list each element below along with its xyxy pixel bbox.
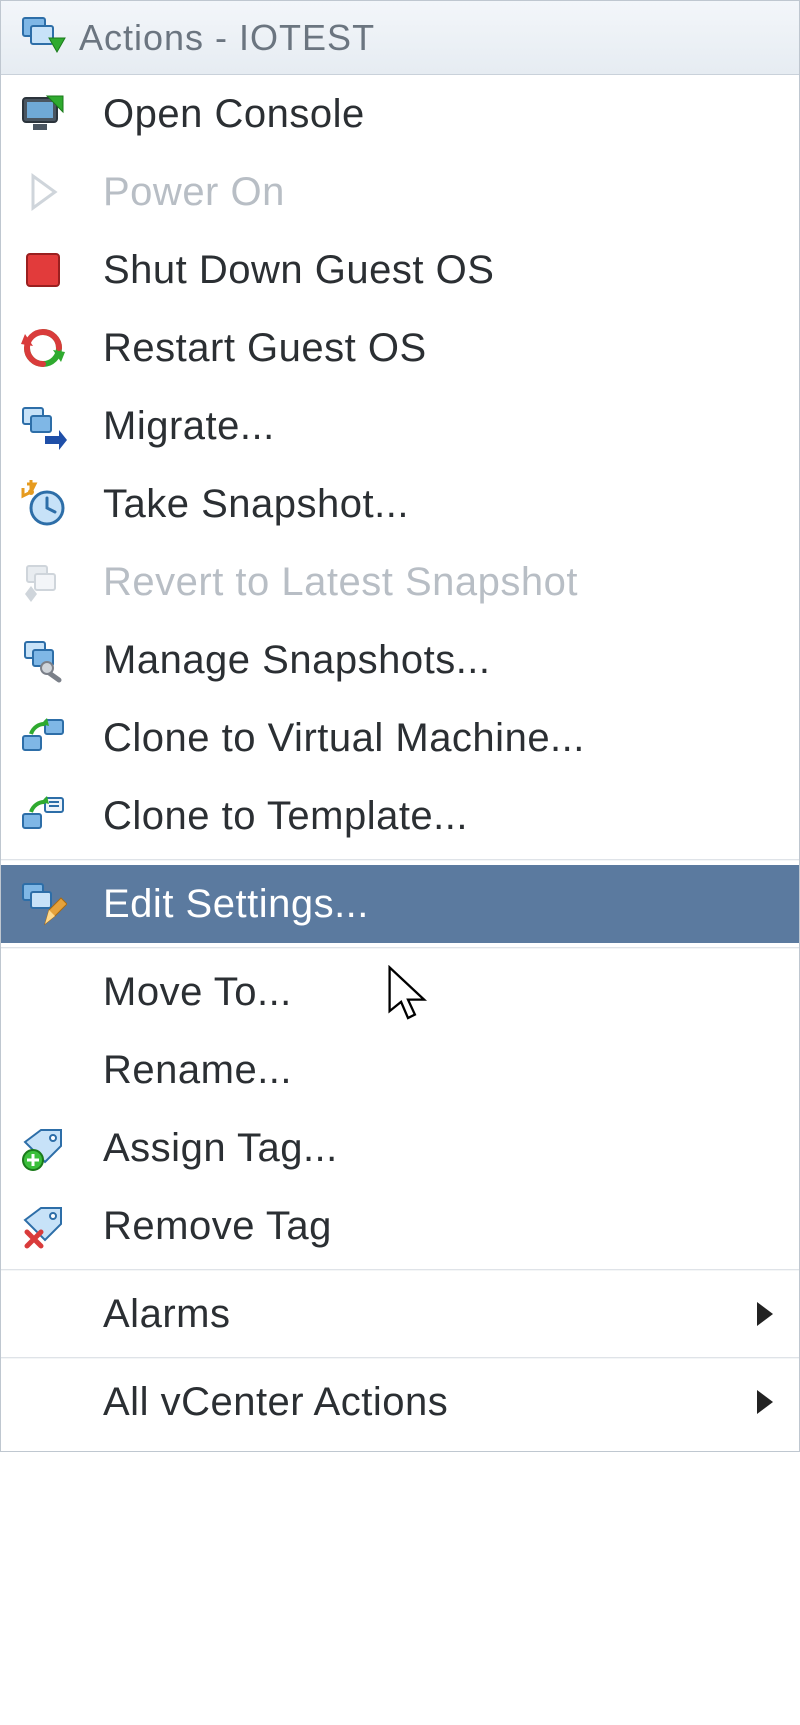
menu-item-label: Rename... [103,1048,292,1093]
power-on-icon [19,168,103,216]
menu-item-label: Manage Snapshots... [103,638,491,683]
menu-item-edit-settings[interactable]: Edit Settings... [1,865,799,943]
menu-item-label: All vCenter Actions [103,1380,448,1425]
shutdown-icon [19,246,103,294]
menu-item-assign-tag[interactable]: Assign Tag... [1,1109,799,1187]
menu-item-take-snapshot[interactable]: Take Snapshot... [1,465,799,543]
menu-item-shutdown-guest[interactable]: Shut Down Guest OS [1,231,799,309]
menu-item-label: Take Snapshot... [103,482,409,527]
assign-tag-icon [19,1124,103,1172]
menu-header: Actions - IOTEST [1,1,799,75]
menu-title: Actions - IOTEST [79,17,375,59]
menu-item-clone-vm[interactable]: Clone to Virtual Machine... [1,699,799,777]
menu-item-label: Power On [103,170,285,215]
menu-item-migrate[interactable]: Migrate... [1,387,799,465]
edit-settings-icon [19,880,103,928]
vm-actions-icon [19,14,79,62]
menu-item-label: Open Console [103,92,365,137]
snapshot-manage-icon [19,636,103,684]
menu-item-label: Move To... [103,970,292,1015]
clone-vm-icon [19,714,103,762]
menu-item-all-vcenter-actions[interactable]: All vCenter Actions [1,1363,799,1441]
migrate-icon [19,402,103,450]
submenu-arrow-icon [757,1390,773,1414]
menu-item-label: Restart Guest OS [103,326,427,371]
menu-item-clone-template[interactable]: Clone to Template... [1,777,799,855]
snapshot-take-icon [19,480,103,528]
menu-item-label: Edit Settings... [103,882,369,927]
menu-item-label: Assign Tag... [103,1126,338,1171]
menu-separator [1,859,799,861]
menu-item-remove-tag[interactable]: Remove Tag [1,1187,799,1265]
menu-item-label: Clone to Template... [103,794,468,839]
console-icon [19,90,103,138]
snapshot-revert-icon [19,558,103,606]
menu-item-label: Remove Tag [103,1204,332,1249]
menu-item-power-on: Power On [1,153,799,231]
menu-item-label: Alarms [103,1292,230,1337]
menu-separator [1,947,799,949]
actions-context-menu: Actions - IOTEST Open Console Power On [0,0,800,1452]
menu-item-open-console[interactable]: Open Console [1,75,799,153]
menu-item-move-to[interactable]: Move To... [1,953,799,1031]
restart-icon [19,324,103,372]
menu-separator [1,1357,799,1359]
menu-item-label: Shut Down Guest OS [103,248,494,293]
menu-item-restart-guest[interactable]: Restart Guest OS [1,309,799,387]
clone-template-icon [19,792,103,840]
menu-item-label: Migrate... [103,404,275,449]
remove-tag-icon [19,1202,103,1250]
menu-separator [1,1269,799,1271]
menu-item-label: Revert to Latest Snapshot [103,560,578,605]
submenu-arrow-icon [757,1302,773,1326]
menu-item-alarms[interactable]: Alarms [1,1275,799,1353]
menu-item-label: Clone to Virtual Machine... [103,716,585,761]
menu-item-manage-snapshots[interactable]: Manage Snapshots... [1,621,799,699]
menu-item-rename[interactable]: Rename... [1,1031,799,1109]
menu-item-revert-snapshot: Revert to Latest Snapshot [1,543,799,621]
